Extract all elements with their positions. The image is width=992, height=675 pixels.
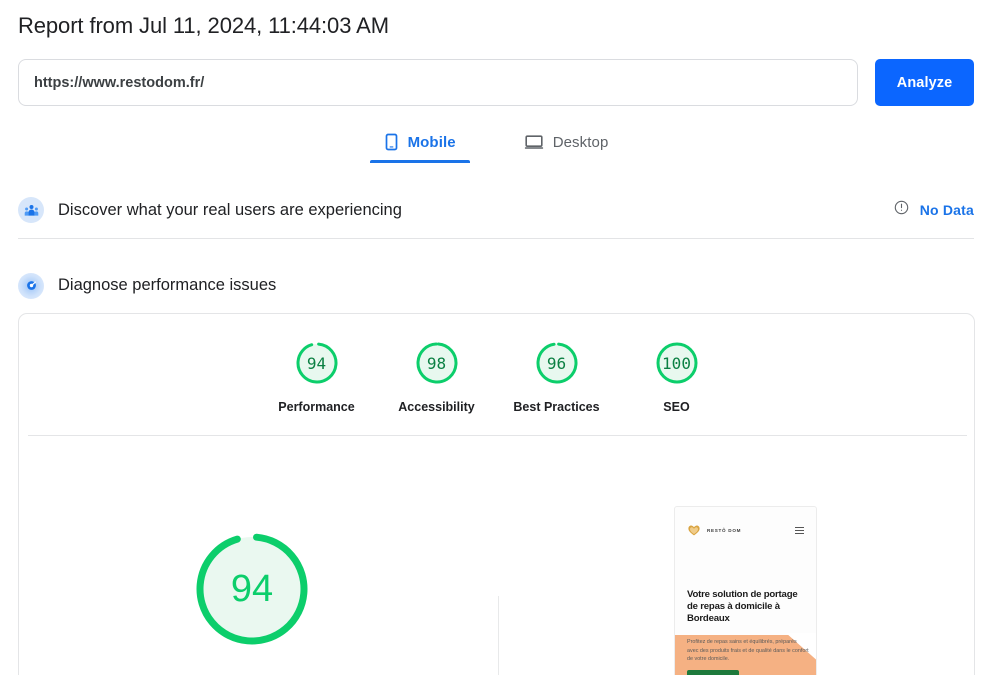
category-scores: 94 Performance 98 Accessibility xyxy=(19,314,974,434)
field-data-status[interactable]: No Data xyxy=(894,200,974,220)
resto-dom-logo-icon xyxy=(687,523,701,537)
real-users-icon xyxy=(18,197,44,223)
score-value-best-practices: 96 xyxy=(532,338,582,388)
score-ring-performance: 94 xyxy=(292,338,342,388)
page-root: Report from Jul 11, 2024, 11:44:03 AM An… xyxy=(0,0,992,675)
vertical-divider xyxy=(498,596,499,675)
tab-desktop-label: Desktop xyxy=(553,134,609,151)
score-accessibility[interactable]: 98 Accessibility xyxy=(377,314,497,414)
score-performance[interactable]: 94 Performance xyxy=(257,314,377,414)
tab-mobile-label: Mobile xyxy=(408,134,456,151)
thumbnail-cta-button xyxy=(687,670,739,675)
url-input[interactable] xyxy=(18,59,858,106)
desktop-monitor-icon xyxy=(524,133,544,151)
thumbnail-brand: RESTÔ DOM xyxy=(707,528,741,533)
score-label-accessibility: Accessibility xyxy=(398,400,474,414)
lighthouse-card: 94 Performance 98 Accessibility xyxy=(18,313,975,675)
score-label-performance: Performance xyxy=(278,400,354,414)
lab-data-title: Diagnose performance issues xyxy=(58,276,276,295)
tab-desktop[interactable]: Desktop xyxy=(510,130,623,163)
score-ring-accessibility: 98 xyxy=(412,338,462,388)
score-value-accessibility: 98 xyxy=(412,338,462,388)
info-circle-icon xyxy=(894,200,909,220)
mobile-phone-icon xyxy=(384,133,399,151)
score-label-best-practices: Best Practices xyxy=(513,400,599,414)
lab-data-section: Diagnose performance issues xyxy=(18,257,974,314)
no-data-badge: No Data xyxy=(920,202,974,218)
hamburger-menu-icon xyxy=(795,527,804,534)
performance-gauge-value: 94 xyxy=(192,529,312,649)
score-value-seo: 100 xyxy=(652,338,702,388)
field-data-section: Discover what your real users are experi… xyxy=(18,182,974,239)
card-divider xyxy=(28,435,967,436)
diagnose-gauge-icon xyxy=(18,273,44,299)
score-ring-best-practices: 96 xyxy=(532,338,582,388)
page-screenshot-thumbnail[interactable]: RESTÔ DOM Votre solution de portage de r… xyxy=(674,506,817,675)
thumbnail-heading: Votre solution de portage de repas à dom… xyxy=(687,589,807,624)
device-tabs: Mobile Desktop xyxy=(0,130,992,172)
tab-active-indicator xyxy=(370,160,470,163)
thumbnail-subtext: Profitez de repas sains et équilibrés, p… xyxy=(687,638,809,664)
score-ring-seo: 100 xyxy=(652,338,702,388)
page-title: Report from Jul 11, 2024, 11:44:03 AM xyxy=(18,13,389,39)
performance-gauge: 94 xyxy=(192,529,312,649)
tab-mobile[interactable]: Mobile xyxy=(370,130,470,163)
score-value-performance: 94 xyxy=(292,338,342,388)
url-row: Analyze xyxy=(18,59,974,106)
score-seo[interactable]: 100 SEO xyxy=(617,314,737,414)
score-best-practices[interactable]: 96 Best Practices xyxy=(497,314,617,414)
field-data-title: Discover what your real users are experi… xyxy=(58,201,402,220)
thumbnail-navbar: RESTÔ DOM xyxy=(675,517,816,543)
score-label-seo: SEO xyxy=(663,400,689,414)
analyze-button[interactable]: Analyze xyxy=(875,59,974,106)
